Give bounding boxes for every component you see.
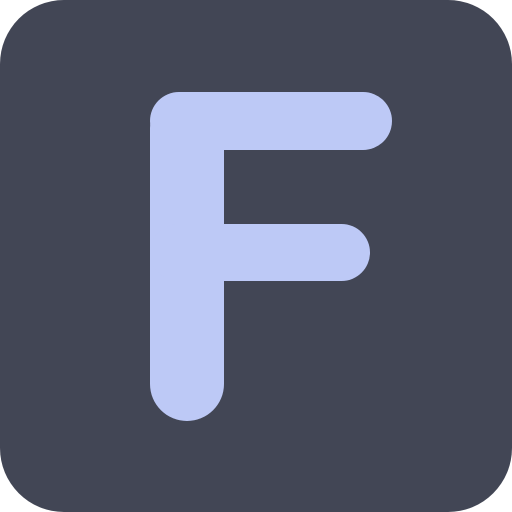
f-letter-top-bar [150,92,392,150]
f-letter-middle-bar [150,224,370,281]
app-icon[interactable] [0,0,512,512]
app-icon-canvas [0,0,512,512]
